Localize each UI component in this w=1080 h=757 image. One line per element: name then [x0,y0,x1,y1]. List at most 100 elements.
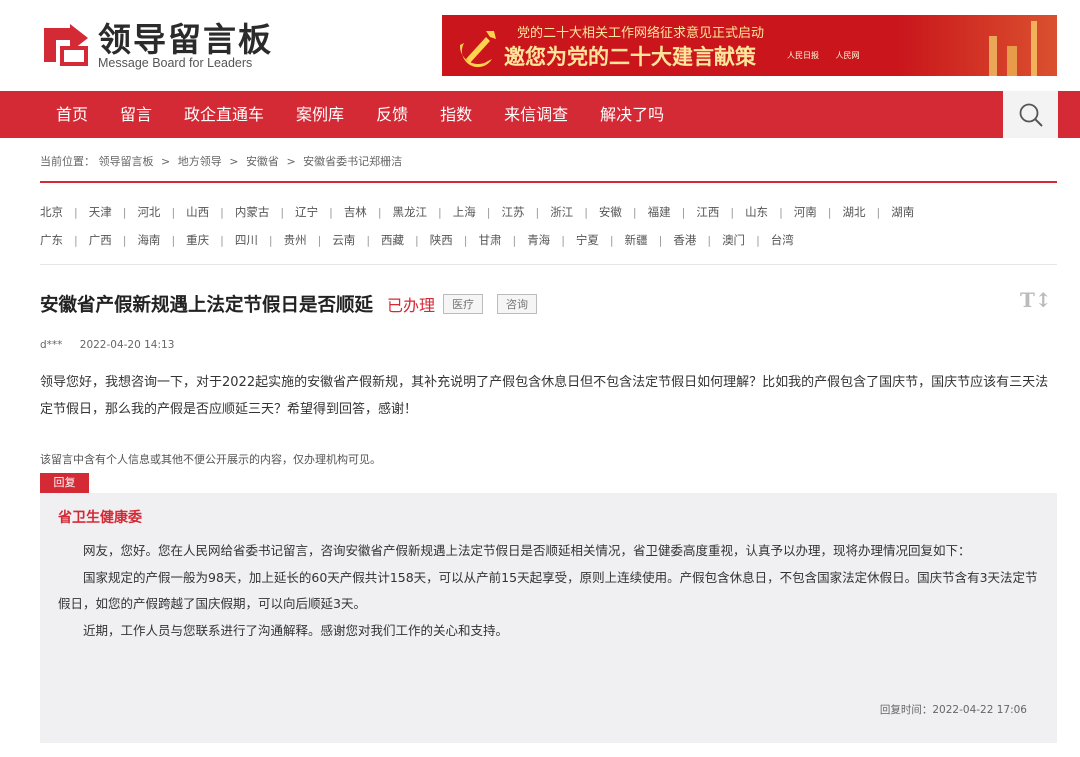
breadcrumb-item[interactable]: 安徽省 [246,155,279,168]
region-row: 北京 | 天津 | 河北 | 山西 | 内蒙古 | 辽宁 | 吉林 | 黑龙江 | 上海 | 江苏 | 浙江 | 安徽 | 福建… [40,198,1057,226]
region-link[interactable]: 云南 [332,232,355,248]
site-logo[interactable]: 领导留言板 Message Board for Leaders [40,20,273,72]
region-link[interactable]: 甘肃 [478,232,501,248]
region-link[interactable]: 海南 [137,232,160,248]
nav-item-cases[interactable]: 案例库 [280,91,360,138]
region-link[interactable]: 山西 [186,204,209,220]
region-link[interactable]: 辽宁 [295,204,318,220]
region-separator: | [658,233,663,247]
reply-organization: 省卫生健康委 [58,510,142,526]
region-list: 北京 | 天津 | 河北 | 山西 | 内蒙古 | 辽宁 | 吉林 | 黑龙江 | 上海 | 江苏 | 浙江 | 安徽 | 福建… [40,198,1057,254]
divider [40,181,1057,183]
region-link[interactable]: 北京 [40,204,63,220]
region-link[interactable]: 湖北 [843,204,866,220]
search-button[interactable] [1003,91,1058,138]
region-link[interactable]: 西藏 [381,232,404,248]
region-separator: | [366,233,371,247]
region-link[interactable]: 香港 [673,232,696,248]
region-link[interactable]: 广西 [89,232,112,248]
post-date: 2022-04-20 14:13 [79,339,175,351]
peoples-daily-logo: 人民日报 [787,51,819,60]
divider [40,264,1057,265]
region-separator: | [317,233,322,247]
message-meta: d*** 2022-04-20 14:13 [40,339,174,351]
region-link[interactable]: 江西 [696,204,719,220]
region-separator: | [415,233,419,247]
region-separator: | [377,205,382,219]
nav-item-feedback[interactable]: 反馈 [360,91,424,138]
reply-body: 网友，您好。您在人民网给省委书记留言，咨询安徽省产假新规遇上法定节假日是否顺延相… [58,538,1043,644]
region-separator: | [122,233,127,247]
region-separator: | [268,233,273,247]
region-separator: | [122,205,127,219]
region-link[interactable]: 浙江 [550,204,573,220]
region-link[interactable]: 上海 [453,204,476,220]
category-tag[interactable]: 医疗 [443,294,484,314]
type-tag[interactable]: 咨询 [497,294,538,314]
nav-item-messages[interactable]: 留言 [104,91,168,138]
breadcrumb-item[interactable]: 领导留言板 [99,155,154,168]
region-link[interactable]: 江苏 [501,204,524,220]
status-badge: 已办理 [387,296,436,315]
banner-partner-logos: 人民日报 人民网 [787,50,874,61]
region-link[interactable]: 贵州 [284,232,307,248]
region-link[interactable]: 福建 [648,204,671,220]
region-separator: | [512,233,517,247]
region-link[interactable]: 湖南 [891,204,914,220]
region-link[interactable]: 黑龙江 [393,204,428,220]
logo-title: 领导留言板 [98,20,273,59]
region-separator: | [74,233,78,247]
site-header: 领导留言板 Message Board for Leaders 党的二十大相关工… [0,0,1080,91]
region-separator: | [561,233,565,247]
region-separator: | [329,205,333,219]
breadcrumb-item[interactable]: 地方领导 [178,155,222,168]
region-link[interactable]: 内蒙古 [235,204,270,220]
region-separator: | [535,205,540,219]
region-separator: | [280,205,285,219]
privacy-notice: 该留言中含有个人信息或其他不便公开展示的内容，仅办理机构可见。 [40,453,381,466]
message-title-row: 安徽省产假新规遇上法定节假日是否顺延 已办理 医疗 咨询 [40,291,538,317]
region-separator: | [463,233,468,247]
region-separator: | [171,205,176,219]
region-link[interactable]: 台湾 [771,232,794,248]
banner-subtitle: 党的二十大相关工作网络征求意见正式启动 [517,26,765,41]
region-separator: | [584,205,588,219]
region-separator: | [609,233,614,247]
region-separator: | [632,205,637,219]
region-link[interactable]: 吉林 [344,204,367,220]
breadcrumb-item[interactable]: 安徽省委书记郑栅洁 [303,155,402,168]
region-link[interactable]: 陕西 [430,232,453,248]
region-link[interactable]: 宁夏 [576,232,599,248]
region-separator: | [220,233,224,247]
region-link[interactable]: 河北 [137,204,160,220]
region-link[interactable]: 新疆 [625,232,648,248]
region-separator: | [220,205,224,219]
promo-banner[interactable]: 党的二十大相关工作网络征求意见正式启动 邀您为党的二十大建言献策 人民日报 人民… [442,15,1057,76]
message-content: 领导您好，我想咨询一下，对于2022起实施的安徽省产假新规，其补充说明了产假包含… [40,375,1049,417]
main-nav: 首页 留言 政企直通车 案例库 反馈 指数 来信调查 解决了吗 [0,91,1080,138]
people-net-logo: 人民网 [835,51,860,60]
region-link[interactable]: 四川 [235,232,258,248]
region-link[interactable]: 青海 [527,232,550,248]
region-link[interactable]: 河南 [794,204,817,220]
nav-item-survey[interactable]: 来信调查 [488,91,584,138]
reply-paragraph: 国家规定的产假一般为98天，加上延长的60天产假共计158天，可以从产前15天起… [58,569,1038,612]
reply-paragraph: 网友，您好。您在人民网给省委书记留言，咨询安徽省产假新规遇上法定节假日是否顺延相… [83,543,971,558]
region-link[interactable]: 天津 [89,204,112,220]
nav-item-home[interactable]: 首页 [40,91,104,138]
region-link[interactable]: 安徽 [599,204,622,220]
region-separator: | [681,205,686,219]
region-link[interactable]: 广东 [40,232,63,248]
reply-box: 省卫生健康委 网友，您好。您在人民网给省委书记留言，咨询安徽省产假新规遇上法定节… [40,493,1057,743]
font-size-icon[interactable]: T↕ [1020,288,1052,312]
party-emblem-icon [459,31,496,68]
region-link[interactable]: 山东 [745,204,768,220]
region-link[interactable]: 重庆 [186,232,209,248]
region-link[interactable]: 澳门 [722,232,745,248]
region-separator: | [756,233,760,247]
nav-item-index[interactable]: 指数 [424,91,488,138]
region-separator: | [486,205,491,219]
nav-item-gov-business[interactable]: 政企直通车 [168,91,280,138]
breadcrumb-prefix: 当前位置： [40,155,95,168]
nav-item-resolved[interactable]: 解决了吗 [584,91,680,138]
